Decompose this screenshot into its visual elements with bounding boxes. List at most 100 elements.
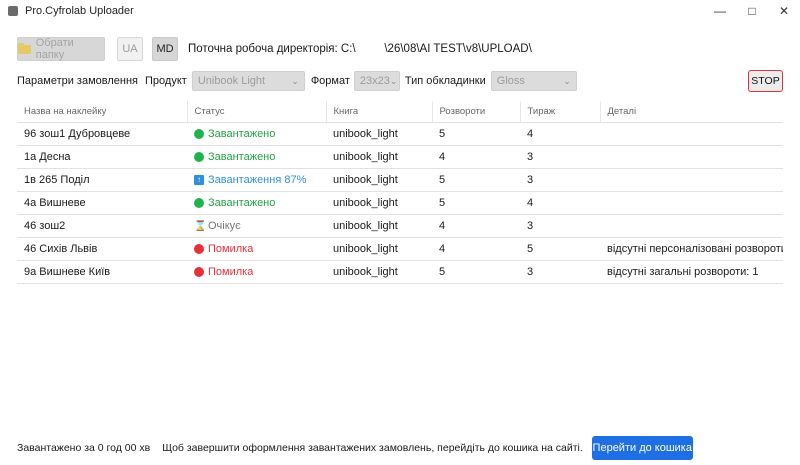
product-label: Продукт: [145, 75, 187, 87]
cover-type-label: Тип обкладинки: [404, 75, 486, 87]
column-header-copies[interactable]: Тираж: [520, 101, 601, 123]
folder-icon: [18, 42, 31, 54]
status-text: Помилка: [208, 243, 254, 255]
cell-name: 4а Вишневе: [17, 191, 187, 215]
format-value: 23x23: [359, 75, 390, 87]
status-done-icon: [194, 129, 204, 139]
working-directory-label: Поточна робоча директорія: C:\ \26\08\AI…: [188, 43, 532, 55]
cell-copies: 3: [520, 145, 600, 169]
status-done-icon: [194, 152, 204, 162]
cell-copies: 3: [520, 168, 600, 192]
cell-status: Завантажено: [187, 191, 326, 215]
status-text: Очікує: [208, 220, 241, 232]
cover-type-value: Gloss: [496, 75, 525, 87]
cell-name: 46 зош2: [17, 214, 187, 238]
table-header: Назва на наклейку Статус Книга Розвороти…: [17, 101, 783, 123]
status-text: Завантажено: [208, 128, 276, 140]
cell-details: [600, 214, 783, 238]
upload-time-label: Завантажено за 0 год 00 хв: [17, 442, 151, 454]
cell-book: unibook_light: [326, 168, 432, 192]
chevron-down-icon: ⌄: [563, 75, 571, 86]
cell-spreads: 5: [432, 191, 520, 215]
table-row[interactable]: 96 зош1 Дубровцеве Завантажено unibook_l…: [17, 122, 783, 146]
go-to-cart-button[interactable]: Перейти до кошика: [591, 436, 693, 460]
order-params-bar: Параметри замовлення Продукт Unibook Lig…: [17, 70, 783, 92]
cell-book: unibook_light: [326, 145, 432, 169]
choose-folder-label: Обрати папку: [35, 37, 74, 61]
title-bar: Pro.Cyfrolab Uploader — □ ✕: [0, 0, 800, 22]
close-icon[interactable]: ✕: [768, 0, 800, 22]
cell-book: unibook_light: [326, 122, 432, 146]
cell-spreads: 4: [432, 145, 520, 169]
cell-details: відсутні персоналізовані розвороти:: [600, 237, 783, 261]
cell-details: [600, 122, 783, 146]
cell-book: unibook_light: [326, 214, 432, 238]
cell-copies: 5: [520, 237, 600, 261]
cell-details: [600, 168, 783, 192]
cell-status: Помилка: [187, 237, 326, 261]
cell-spreads: 5: [432, 168, 520, 192]
cell-name: 1в 265 Поділ: [17, 168, 187, 192]
hourglass-icon: ⌛: [194, 220, 207, 232]
status-text: Завантажено: [208, 151, 276, 163]
column-header-spreads[interactable]: Розвороти: [432, 101, 521, 123]
status-text: Помилка: [208, 266, 254, 278]
cell-copies: 3: [520, 214, 600, 238]
format-label: Формат: [310, 75, 350, 87]
app-icon: [8, 6, 18, 16]
cell-name: 1а Десна: [17, 145, 187, 169]
status-error-icon: [194, 244, 204, 254]
column-header-details[interactable]: Деталі: [600, 101, 783, 123]
cell-copies: 4: [520, 191, 600, 215]
status-text: Завантажено: [208, 197, 276, 209]
cell-name: 96 зош1 Дубровцеве: [17, 122, 187, 146]
lang-md-button[interactable]: MD: [152, 37, 178, 61]
cell-status: Помилка: [187, 260, 326, 284]
table-row[interactable]: 1а Десна Завантажено unibook_light 4 3: [17, 145, 783, 169]
cover-type-select[interactable]: Gloss ⌄: [490, 71, 577, 91]
format-select[interactable]: 23x23 ⌄: [353, 71, 400, 91]
lang-ua-button[interactable]: UA: [117, 37, 143, 61]
cell-status: Завантажено: [187, 145, 326, 169]
cell-copies: 3: [520, 260, 600, 284]
status-error-icon: [194, 267, 204, 277]
cell-details: [600, 191, 783, 215]
table-row[interactable]: 1в 265 Поділ ↑ Завантаження 87% unibook_l…: [17, 168, 783, 192]
stop-button[interactable]: STOP: [748, 70, 783, 92]
product-value: Unibook Light: [197, 75, 266, 87]
cell-spreads: 4: [432, 214, 520, 238]
column-header-status[interactable]: Статус: [187, 101, 327, 123]
cell-name: 9а Вишневе Київ: [17, 260, 187, 284]
order-params-label: Параметри замовлення: [17, 75, 139, 87]
window-controls: — □ ✕: [704, 0, 800, 22]
cell-details: відсутні загальні розвороти: 1: [600, 260, 783, 284]
toolbar: Обрати папку UA MD Поточна робоча директ…: [17, 37, 532, 61]
cell-book: unibook_light: [326, 260, 432, 284]
cell-book: unibook_light: [326, 237, 432, 261]
column-header-book[interactable]: Книга: [326, 101, 433, 123]
choose-folder-button[interactable]: Обрати папку: [17, 37, 105, 61]
upload-icon: ↑: [194, 175, 204, 185]
cart-hint-text: Щоб завершити оформлення завантажених за…: [162, 442, 583, 454]
minimize-icon[interactable]: —: [704, 0, 736, 22]
cell-copies: 4: [520, 122, 600, 146]
product-select[interactable]: Unibook Light ⌄: [191, 71, 305, 91]
cell-status: ↑ Завантаження 87%: [187, 168, 326, 192]
status-text: Завантаження 87%: [208, 174, 307, 186]
cell-spreads: 5: [432, 260, 520, 284]
cell-details: [600, 145, 783, 169]
chevron-down-icon: ⌄: [291, 75, 299, 86]
table-row[interactable]: 9а Вишневе Київ Помилка unibook_light 5 …: [17, 260, 783, 284]
footer-bar: Завантажено за 0 год 00 хв Щоб завершити…: [17, 436, 693, 460]
table-row[interactable]: 46 Сихів Львів Помилка unibook_light 4 5…: [17, 237, 783, 261]
cell-book: unibook_light: [326, 191, 432, 215]
cell-spreads: 4: [432, 237, 520, 261]
cell-spreads: 5: [432, 122, 520, 146]
cell-status: ⌛ Очікує: [187, 214, 326, 238]
window-title: Pro.Cyfrolab Uploader: [25, 5, 134, 17]
column-header-name[interactable]: Назва на наклейку: [17, 101, 188, 123]
table-row[interactable]: 46 зош2 ⌛ Очікує unibook_light 4 3: [17, 214, 783, 238]
maximize-icon[interactable]: □: [736, 0, 768, 22]
status-done-icon: [194, 198, 204, 208]
table-row[interactable]: 4а Вишневе Завантажено unibook_light 5 4: [17, 191, 783, 215]
